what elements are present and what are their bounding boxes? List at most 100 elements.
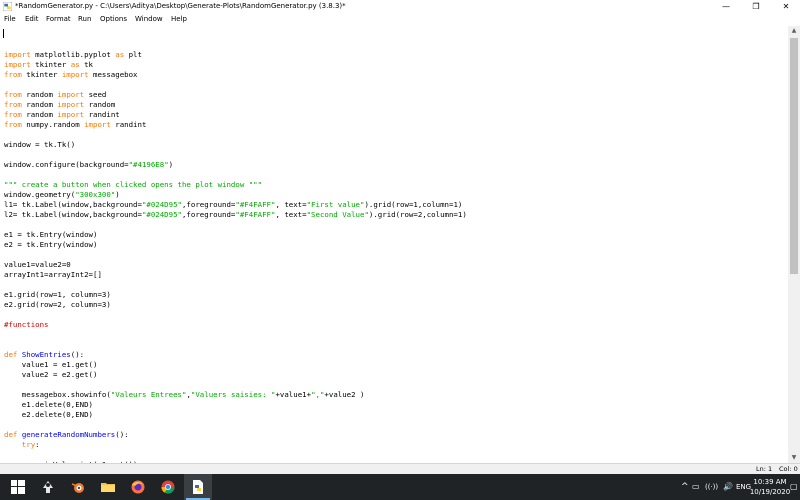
code-token: import [57,110,85,119]
code-token: "Second Value" [306,210,369,219]
python-file-icon [193,480,203,494]
menu-format[interactable]: Format [46,13,71,26]
code-line: e2.delete(0,END) [4,410,93,420]
code-token: ShowEntries [21,350,71,359]
code-token: value1 = e1.get() [4,360,98,369]
code-token: def [4,430,18,439]
code-token: , text= [275,210,307,219]
code-token: import [61,70,89,79]
code-token: messagebox [88,70,138,79]
code-line: from numpy.random import randint [4,120,146,130]
code-token: from [4,100,22,109]
code-line: messagebox.showinfo("Valeurs Entrees","V… [4,390,365,400]
code-token: e2.delete(0,END) [4,410,93,419]
code-line: l2= tk.Label(window,background="#024D95"… [4,210,467,220]
code-line: e1.grid(row=1, column=3) [4,290,111,300]
code-token: e2 = tk.Entry(window) [4,240,98,249]
code-token: ,foreground= [181,210,236,219]
menu-edit[interactable]: Edit [25,13,39,26]
code-line: def ShowEntries(): [4,350,84,360]
code-line: from random import seed [4,90,106,100]
code-token: from [4,90,22,99]
code-token: "#024D95" [141,200,182,209]
code-line: """ create a button when clicked opens t… [4,180,262,190]
maximize-button[interactable]: ❐ [742,0,770,13]
taskbar-app-firefox[interactable] [124,474,152,500]
menu-bar: File Edit Format Run Options Window Help [0,13,800,26]
code-line: e1 = tk.Entry(window) [4,230,97,240]
code-token: arrayInt1=arrayInt2=[] [4,270,102,279]
code-token: "300x300" [75,190,116,199]
taskbar-app-blender[interactable] [64,474,92,500]
scroll-down-arrow-icon[interactable]: ▼ [788,453,800,463]
code-token: (): [70,350,85,359]
code-token: def [4,350,18,359]
code-token: import [84,120,111,129]
menu-help[interactable]: Help [171,13,187,26]
code-token: window.configure(background= [4,160,129,169]
code-line: value1=value2=0 [4,260,71,270]
code-line: import tkinter as tk [4,60,93,70]
code-line: e2 = tk.Entry(window) [4,240,97,250]
scroll-up-arrow-icon[interactable]: ▲ [788,26,800,36]
volume-icon[interactable]: 🔊 [723,481,733,493]
status-bar: Ln: 1 Col: 0 [0,463,800,474]
menu-file[interactable]: File [4,13,16,26]
scroll-thumb[interactable] [790,38,798,274]
code-token: try [4,440,36,449]
code-token: e1 = tk.Entry(window) [4,230,98,239]
blender-icon [71,483,84,493]
code-token: seed [84,90,107,99]
windows-logo-icon [11,480,25,494]
python-idle-icon [3,2,12,11]
code-line: import matplotlib.pyplot as plt [4,50,142,60]
menu-options[interactable]: Options [100,13,127,26]
code-token: from [4,70,22,79]
code-token: l2= tk.Label(window,background= [4,210,142,219]
taskbar-app-python-idle[interactable] [184,474,212,500]
chrome-icon [161,480,175,494]
code-token: """ create a button when clicked opens t… [4,180,263,189]
code-line: window.configure(background="#4196E8") [4,160,173,170]
code-token: generateRandomNumbers [21,430,116,439]
code-token: l1= tk.Label(window,background= [4,200,142,209]
wifi-icon[interactable]: ((·)) [705,481,718,493]
clock-date[interactable]: 10/19/2020 [748,487,792,497]
menu-window[interactable]: Window [135,13,163,26]
tray-overflow-chevron-icon[interactable]: ^ [681,481,689,493]
minimize-button[interactable]: — [712,0,740,13]
code-line: #functions [4,320,49,330]
code-token: randint [110,120,147,129]
taskbar-app-file-explorer[interactable] [94,474,122,500]
clock-time[interactable]: 10:39 AM [748,477,792,487]
window-titlebar[interactable]: *RandomGenerator.py - C:\Users\Aditya\De… [0,0,800,13]
folder-icon [101,483,115,492]
start-button[interactable] [4,474,32,500]
code-token: messagebox.showinfo( [4,390,111,399]
taskbar-app-inkscape[interactable] [34,474,62,500]
code-line: from tkinter import messagebox [4,70,138,80]
close-button[interactable]: ✕ [772,0,800,13]
notification-icon[interactable]: ▢ [790,481,798,493]
code-token: "#F4FAFF" [235,200,276,209]
vertical-scrollbar[interactable]: ▲ ▼ [788,26,800,463]
taskbar-app-chrome[interactable] [154,474,182,500]
code-token: plt [124,50,142,59]
code-token: e1.delete(0,END) [4,400,93,409]
code-token: #functions [4,320,49,329]
code-token: import [4,50,31,59]
code-line: try: [4,440,40,450]
code-line: arrayInt1=arrayInt2=[] [4,270,102,280]
window-title: *RandomGenerator.py - C:\Users\Aditya\De… [15,2,346,10]
code-token: "Valeurs Entrees" [110,390,187,399]
firefox-icon [131,480,145,494]
taskbar: ^ ▭ ((·)) 🔊 ENG 10:39 AM 10/19/2020 ▢ [0,474,800,500]
network-icon[interactable]: ▭ [692,481,700,493]
code-editor[interactable]: import matplotlib.pyplot as plt import tk… [0,26,788,463]
menu-run[interactable]: Run [78,13,91,26]
code-token: ) [168,160,174,169]
code-line: e1.delete(0,END) [4,400,93,410]
code-token: ) [115,190,120,199]
code-token: from [4,120,22,129]
code-token: : [35,440,40,449]
